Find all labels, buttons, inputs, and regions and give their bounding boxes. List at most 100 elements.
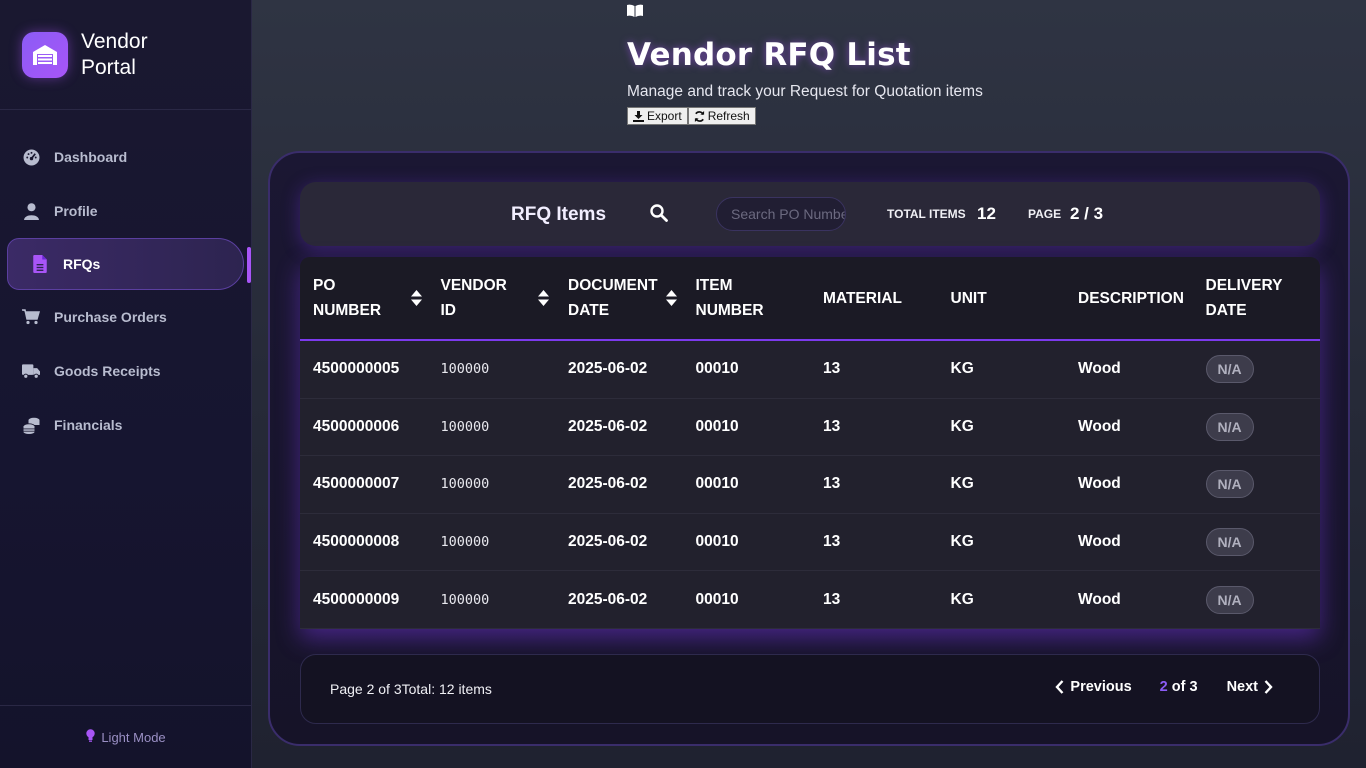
search-input[interactable] (716, 197, 846, 231)
cell-material: 13 (823, 533, 841, 551)
export-button[interactable]: Export (627, 107, 688, 125)
cell-document-date: 2025-06-02 (568, 417, 648, 435)
chevron-right-icon (1264, 680, 1273, 694)
current-page: 2 (1159, 679, 1168, 695)
user-icon (22, 202, 40, 220)
brand-title-line2: Portal (81, 55, 136, 79)
cell-vendor-id: 100000 (440, 534, 490, 551)
column-header-item-number: ITEM NUMBER (683, 257, 811, 339)
cell-description: Wood (1078, 590, 1121, 608)
previous-label: Previous (1070, 679, 1132, 695)
search-icon[interactable] (650, 204, 668, 227)
sidebar-nav: Dashboard Profile RFQs Purchase Orders G… (0, 130, 252, 452)
coins-icon (22, 416, 40, 434)
cell-unit: KG (950, 475, 974, 493)
brand-title-line1: Vendor (81, 29, 148, 53)
status-badge: N/A (1205, 470, 1254, 499)
cell-document-date: 2025-06-02 (568, 360, 648, 378)
column-header-delivery-date: DELIVERY DATE (1193, 257, 1321, 339)
sidebar-item-rfqs[interactable]: RFQs (7, 238, 244, 290)
cell-material: 13 (823, 360, 841, 378)
column-header-text: DOCUMENT (568, 277, 658, 294)
cell-item-number: 00010 (695, 360, 739, 378)
cell-delivery-date: N/A (1193, 514, 1321, 571)
cell-delivery-date: N/A (1193, 456, 1321, 513)
sidebar: Vendor Portal Dashboard Profile RFQs Pur… (0, 0, 252, 768)
column-header-vendor-id[interactable]: VENDOR ID (428, 257, 556, 339)
cell-delivery-date: N/A (1193, 341, 1321, 398)
rfq-toolbar: RFQ Items TOTAL ITEMS 12 PAGE 2 / 3 (300, 182, 1320, 246)
cell-item-number: 00010 (695, 417, 739, 435)
previous-button[interactable]: Previous (1049, 679, 1132, 695)
column-header-text: UNIT (950, 289, 987, 307)
column-header-unit: UNIT (938, 257, 1066, 339)
sidebar-item-label: RFQs (63, 256, 101, 272)
table-row[interactable]: 4500000008 100000 2025-06-02 00010 13 KG… (300, 514, 1320, 572)
truck-icon (22, 362, 40, 380)
cell-description: Wood (1078, 475, 1121, 493)
column-header-text: DATE (568, 302, 610, 319)
column-header-text: DESCRIPTION (1078, 289, 1184, 307)
table-row[interactable]: 4500000006 100000 2025-06-02 00010 13 KG… (300, 399, 1320, 457)
table-row[interactable]: 4500000007 100000 2025-06-02 00010 13 KG… (300, 456, 1320, 514)
sidebar-item-goods-receipts[interactable]: Goods Receipts (0, 344, 252, 398)
table-header: PO NUMBER VENDOR ID DOCUMENT DATE ITEM NUMBE… (300, 257, 1320, 341)
rfq-table: PO NUMBER VENDOR ID DOCUMENT DATE ITEM NUMBE… (300, 257, 1320, 629)
cell-unit: KG (950, 417, 974, 435)
cell-vendor-id: 100000 (440, 591, 490, 608)
refresh-button[interactable]: Refresh (687, 107, 756, 125)
lightbulb-icon (86, 729, 96, 745)
cell-delivery-date: N/A (1193, 571, 1321, 628)
cell-po-number: 4500000007 (313, 475, 400, 493)
column-header-document-date[interactable]: DOCUMENT DATE (555, 257, 683, 339)
sidebar-item-dashboard[interactable]: Dashboard (0, 130, 252, 184)
chevron-left-icon (1055, 680, 1064, 694)
next-label: Next (1226, 679, 1258, 695)
active-nav-indicator (247, 247, 251, 283)
status-badge: N/A (1205, 355, 1254, 384)
table-row[interactable]: 4500000009 100000 2025-06-02 00010 13 KG… (300, 571, 1320, 629)
theme-toggle-label: Light Mode (101, 729, 166, 745)
page-header: Vendor RFQ List Manage and track your Re… (627, 4, 983, 125)
next-button[interactable]: Next (1227, 679, 1279, 695)
cell-material: 13 (823, 417, 841, 435)
cell-material: 13 (823, 590, 841, 608)
status-badge: N/A (1205, 585, 1254, 614)
sort-icon[interactable] (410, 289, 422, 314)
sidebar-item-financials[interactable]: Financials (0, 398, 252, 452)
cell-vendor-id: 100000 (440, 418, 490, 435)
page-label: PAGE (1028, 207, 1062, 221)
cell-item-number: 00010 (695, 533, 739, 551)
file-icon (31, 255, 49, 273)
sidebar-item-profile[interactable]: Profile (0, 184, 252, 238)
sidebar-item-purchase-orders[interactable]: Purchase Orders (0, 290, 252, 344)
column-header-po-number[interactable]: PO NUMBER (300, 257, 428, 339)
column-header-text: ID (440, 302, 457, 319)
theme-toggle[interactable]: Light Mode (0, 705, 252, 768)
total-items-label: TOTAL ITEMS (887, 207, 966, 221)
cell-vendor-id: 100000 (440, 361, 490, 378)
page-value: 2 / 3 (1070, 204, 1104, 223)
column-header-text: DELIVERY (1205, 277, 1283, 294)
column-header-text: ITEM (695, 277, 733, 294)
cell-description: Wood (1078, 360, 1121, 378)
cart-icon (22, 308, 40, 326)
total-info: Total: 12 items (401, 681, 492, 697)
page-total: of 3 (1168, 679, 1198, 695)
sort-icon[interactable] (538, 289, 549, 314)
header-actions: Export Refresh (627, 107, 983, 125)
pagination-info: Page 2 of 3Total: 12 items (330, 681, 492, 697)
refresh-icon (694, 110, 704, 122)
cell-unit: KG (950, 590, 974, 608)
column-header-text: MATERIAL (823, 289, 902, 307)
status-badge: N/A (1205, 412, 1254, 441)
cell-document-date: 2025-06-02 (568, 533, 648, 551)
brand-title: Vendor Portal (81, 29, 148, 81)
sidebar-item-label: Dashboard (54, 149, 128, 165)
sort-icon[interactable] (665, 289, 677, 314)
total-items-value: 12 (977, 204, 996, 223)
table-body: 4500000005 100000 2025-06-02 00010 13 KG… (300, 341, 1320, 629)
table-row[interactable]: 4500000005 100000 2025-06-02 00010 13 KG… (300, 341, 1320, 399)
cell-unit: KG (950, 360, 974, 378)
cell-description: Wood (1078, 533, 1121, 551)
